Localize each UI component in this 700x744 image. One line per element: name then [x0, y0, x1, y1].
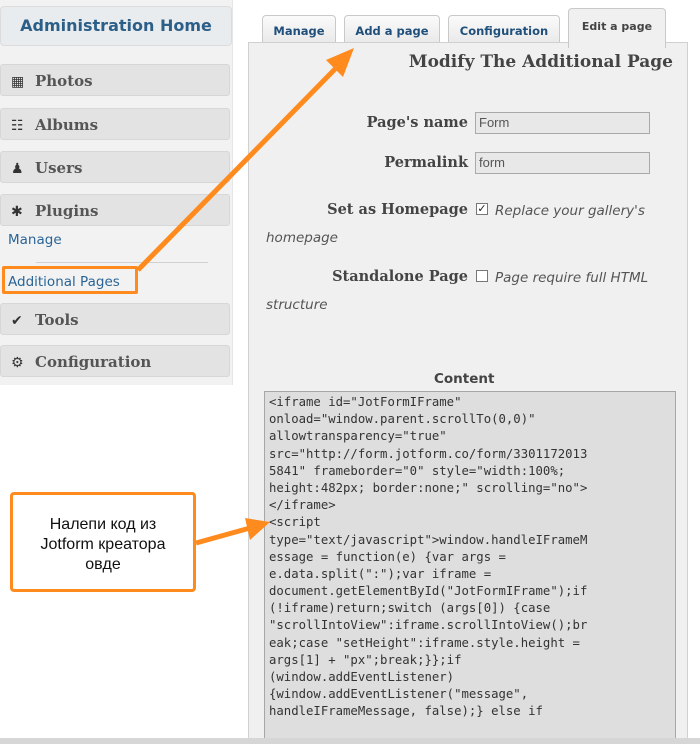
administration-home-link[interactable]: Administration Home [0, 6, 232, 46]
code-line: (!iframe)return;switch (args[0]) {case [269, 601, 551, 616]
callout-line: Jotform креатора [40, 536, 166, 553]
homepage-checkbox[interactable]: ✓ [476, 203, 488, 215]
sidebar-item-label: Users [35, 159, 83, 177]
page-name-field[interactable]: Form [475, 112, 650, 134]
sidebar-item-users[interactable]: ♟ Users [0, 151, 230, 183]
horizontal-scrollbar[interactable] [0, 738, 700, 744]
standalone-label: Standalone Page [332, 268, 468, 285]
code-line: (window.addEventListener) [269, 670, 455, 684]
sidebar-item-tools[interactable]: ✔ Tools [0, 303, 230, 335]
homepage-description: Replace your gallery's [495, 203, 645, 219]
content-textarea[interactable]: <iframe id="JotFormIFrame" onload="window… [264, 391, 676, 744]
page-title: Modify The Additional Page [408, 52, 673, 72]
code-line: allowtransparency="true" [269, 429, 447, 444]
standalone-checkbox[interactable] [476, 270, 488, 282]
sidebar-item-photos[interactable]: ▦ Photos [0, 64, 230, 96]
photo-icon: ▦ [11, 74, 25, 90]
standalone-description-cont: structure [266, 297, 328, 313]
code-line: "scrollIntoView":iframe.scrollIntoView()… [269, 618, 588, 633]
homepage-description-cont: homepage [266, 230, 338, 246]
sidebar-item-label: Albums [35, 116, 99, 134]
code-line: handleIFrameMessage, false);} else if [269, 704, 543, 719]
additional-pages-link[interactable]: Additional Pages [8, 274, 120, 290]
permalink-field[interactable]: form [475, 152, 650, 174]
code-line: height:482px; border:none;" scrolling="n… [269, 480, 588, 495]
users-icon: ♟ [11, 161, 24, 177]
code-line: 5841" frameborder="0" style="width:100%; [269, 463, 566, 478]
standalone-description: Page require full HTML [495, 270, 649, 286]
sidebar-item-plugins[interactable]: ✱ Plugins [0, 194, 230, 226]
sidebar-item-label: Plugins [35, 202, 99, 220]
sidebar-item-configuration[interactable]: ⚙ Configuration [0, 345, 230, 377]
permalink-label: Permalink [384, 154, 468, 171]
code-line: {window.addEventListener("message", [269, 687, 529, 702]
code-line: type="text/javascript">window.handleIFra… [269, 532, 588, 547]
divider [36, 262, 208, 263]
sidebar-item-label: Configuration [35, 353, 152, 371]
plugins-icon: ✱ [11, 204, 23, 220]
tab-edit-a-page[interactable]: Edit a page [568, 8, 666, 48]
sitemap-icon: ☷ [11, 118, 24, 134]
code-line: </iframe> [269, 498, 336, 513]
content-label: Content [434, 371, 495, 387]
code-line: essage = function(e) {var args = [269, 549, 506, 564]
code-line: document.getElementById("JotFormIFrame")… [269, 584, 588, 599]
plugins-manage-link[interactable]: Manage [8, 232, 62, 248]
code-line: e.data.split(":");var iframe = [269, 566, 492, 581]
code-line: <script [269, 515, 321, 530]
code-line: args[1] + "px";break;}};if [269, 652, 462, 667]
instruction-callout: Налепи код из Jotform креатора овде [10, 492, 196, 592]
wrench-icon: ✔ [11, 313, 23, 329]
arrow-line [195, 525, 251, 546]
sidebar-item-albums[interactable]: ☷ Albums [0, 108, 230, 140]
homepage-label: Set as Homepage [327, 201, 468, 218]
code-line: eak;case "setHeight":iframe.style.height… [269, 635, 580, 650]
code-line: <iframe id="JotFormIFrame" [269, 395, 462, 409]
callout-line: Налепи код из [49, 516, 157, 533]
sidebar-item-label: Tools [35, 311, 79, 329]
code-line: src="http://form.jotform.co/form/3301172… [269, 446, 588, 461]
page-name-label: Page's name [366, 114, 468, 131]
code-line: onload="window.parent.scrollTo(0,0)" [269, 412, 536, 427]
gear-icon: ⚙ [11, 355, 24, 371]
callout-line: овде [85, 556, 121, 573]
sidebar-item-label: Photos [35, 72, 93, 90]
